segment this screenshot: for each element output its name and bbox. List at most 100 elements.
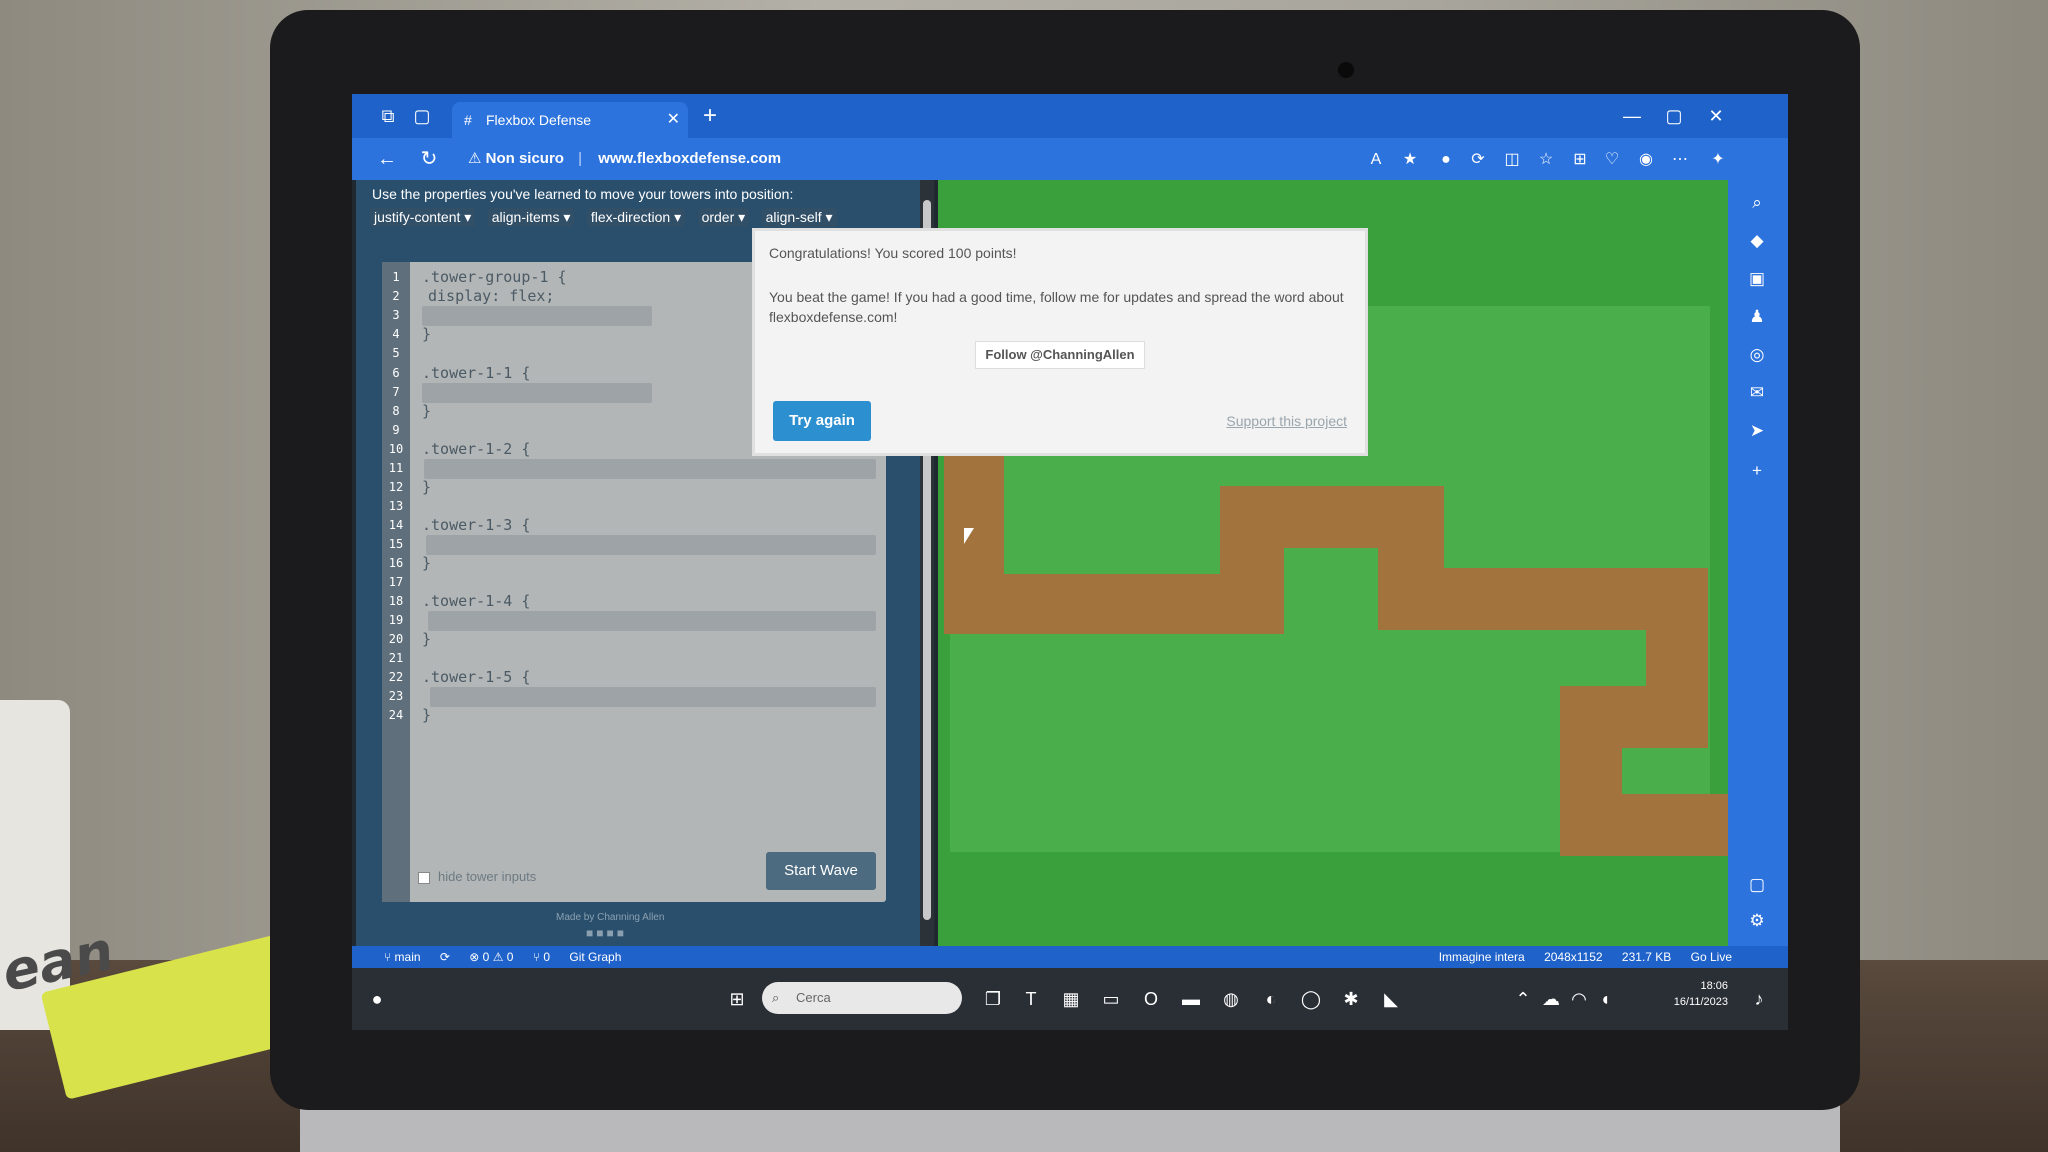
status-left: ⑂ main ⟳ ⊗ 0 ⚠ 0 ⑂ 0 Git Graph [384, 946, 637, 968]
sidebar-layout-icon[interactable]: ▢ [1742, 870, 1772, 900]
minimize-icon[interactable]: — [1612, 100, 1652, 132]
credit-text: Made by Channing Allen [556, 912, 665, 923]
image-label: Immagine intera [1438, 950, 1525, 964]
refresh-icon[interactable]: ↻ [414, 144, 444, 174]
zoom-icon[interactable]: ◍ [1216, 984, 1246, 1014]
extension-color-icon[interactable]: ● [1432, 146, 1460, 174]
whatsapp-icon[interactable]: ◯ [1296, 984, 1326, 1014]
tower-1-5-input[interactable] [430, 687, 876, 707]
github-icon[interactable]: ■ [617, 926, 627, 940]
microsoft-365-icon[interactable]: ◎ [1742, 340, 1772, 370]
error-count[interactable]: ⊗ 0 ⚠ 0 [469, 950, 513, 964]
address-bar: ← ↻ ⚠ Non sicuro | www.flexboxdefense.co… [352, 138, 1788, 180]
line-number: 7 [392, 385, 400, 399]
back-arrow-icon[interactable]: ← [372, 144, 402, 174]
split-screen-icon[interactable]: ◫ [1498, 146, 1526, 174]
line-number: 13 [388, 499, 404, 513]
tower-1-3-input[interactable] [426, 535, 876, 555]
send-icon[interactable]: ➤ [1742, 416, 1772, 446]
code-line: } [422, 554, 432, 572]
copilot-icon[interactable]: ✦ [1704, 146, 1732, 174]
browser-essentials-icon[interactable]: ♡ [1598, 146, 1626, 174]
taskbar-search[interactable]: ⌕ Cerca [762, 982, 962, 1014]
file-explorer-icon[interactable]: ▭ [1096, 984, 1126, 1014]
collections-icon[interactable]: ⊞ [1566, 146, 1594, 174]
outlook-icon[interactable]: O [1136, 984, 1166, 1014]
tower-group-input[interactable] [422, 306, 652, 326]
teams-icon[interactable]: T [1016, 984, 1046, 1014]
add-sidebar-app-icon[interactable]: + [1742, 456, 1772, 486]
security-label[interactable]: Non sicuro [486, 150, 564, 167]
start-wave-button[interactable]: Start Wave [766, 852, 876, 890]
tray-overflow-icon[interactable]: ⌃ [1508, 984, 1538, 1014]
store-icon[interactable]: ▦ [1056, 984, 1086, 1014]
twitter-icon[interactable]: ■ [596, 926, 606, 940]
favorite-star-icon[interactable]: ★ [1396, 146, 1424, 174]
profile-avatar-icon[interactable]: ◉ [1632, 146, 1660, 174]
taskbar-search-placeholder: Cerca [796, 990, 831, 1005]
line-number: 17 [388, 575, 404, 589]
code-line: .tower-1-3 { [422, 516, 531, 534]
extensions-icon[interactable]: ⟳ [1464, 146, 1492, 174]
try-again-button[interactable]: Try again [773, 401, 871, 441]
tab-title: Flexbox Defense [486, 112, 592, 128]
read-aloud-icon[interactable]: A [1362, 146, 1390, 174]
shopping-tag-icon[interactable]: ◆ [1742, 226, 1772, 256]
outlook-icon[interactable]: ✉ [1742, 378, 1772, 408]
hide-tower-inputs-label: hide tower inputs [438, 869, 537, 884]
notification-bell-icon[interactable]: ♪ [1744, 984, 1774, 1014]
url-text[interactable]: www.flexboxdefense.com [598, 150, 781, 167]
close-window-icon[interactable]: ✕ [1696, 100, 1736, 132]
weather-icon[interactable]: ● [362, 984, 392, 1014]
maximize-icon[interactable]: ▢ [1654, 100, 1694, 132]
modal-title: Congratulations! You scored 100 points! [769, 245, 1017, 261]
line-number: 11 [388, 461, 404, 475]
more-icon[interactable]: ⋯ [1666, 146, 1694, 174]
support-project-link[interactable]: Support this project [1226, 413, 1347, 429]
tower-1-1-input[interactable] [422, 383, 652, 403]
hide-tower-inputs-checkbox[interactable] [418, 872, 430, 884]
slack-icon[interactable]: ✱ [1336, 984, 1366, 1014]
tab-bar: ⧉ ▢ # Flexbox Defense ✕ + — ▢ ✕ [352, 94, 1788, 138]
tab-flexbox-defense[interactable]: # Flexbox Defense ✕ [452, 102, 688, 138]
settings-icon[interactable]: ⚙ [1742, 906, 1772, 936]
toolbox-icon[interactable]: ▣ [1742, 264, 1772, 294]
property-align-items[interactable]: align-items ▾ [487, 208, 575, 227]
code-line: } [422, 478, 432, 496]
games-icon[interactable]: ♟ [1742, 302, 1772, 332]
windows-start-icon[interactable]: ⊞ [722, 984, 752, 1014]
social-icons: ■■■■ [586, 926, 627, 940]
edge-icon[interactable]: ◐ [1256, 984, 1286, 1014]
facebook-icon[interactable]: ■ [586, 926, 596, 940]
branch-indicator[interactable]: ⑂ main ⟳ [384, 950, 450, 964]
search-icon[interactable]: ⌕ [1742, 188, 1772, 218]
task-view-icon[interactable]: ❐ [978, 984, 1008, 1014]
line-number: 20 [388, 632, 404, 646]
ports-count[interactable]: ⑂ 0 [533, 950, 550, 964]
go-live-button[interactable]: Go Live [1691, 950, 1732, 964]
instructions-text: Use the properties you've learned to mov… [372, 186, 794, 202]
property-flex-direction[interactable]: flex-direction ▾ [586, 208, 686, 227]
property-align-self[interactable]: align-self ▾ [761, 208, 837, 227]
clock[interactable]: 18:06 16/11/2023 [1674, 978, 1728, 1010]
new-tab-button[interactable]: + [696, 102, 724, 130]
tower-1-4-input[interactable] [428, 611, 876, 631]
follow-button[interactable]: Follow @ChanningAllen [975, 341, 1145, 369]
vscode-icon[interactable]: ◣ [1376, 984, 1406, 1014]
line-number: 14 [388, 518, 404, 532]
property-order[interactable]: order ▾ [697, 208, 750, 227]
git-graph-button[interactable]: Git Graph [569, 950, 621, 964]
favorites-list-icon[interactable]: ☆ [1532, 146, 1560, 174]
tab-close-icon[interactable]: ✕ [667, 102, 680, 138]
tower-1-2-input[interactable] [424, 459, 876, 479]
workspaces-icon[interactable]: ⧉ [374, 102, 402, 130]
tab-actions-icon[interactable]: ▢ [408, 102, 436, 130]
folder-icon[interactable]: ▬ [1176, 984, 1206, 1014]
property-justify-content[interactable]: justify-content ▾ [370, 208, 476, 227]
onedrive-icon[interactable]: ☁ [1536, 984, 1566, 1014]
linkedin-icon[interactable]: ■ [607, 926, 617, 940]
volume-icon[interactable]: ◖ [1590, 984, 1620, 1014]
url-field[interactable]: ⚠ Non sicuro | www.flexboxdefense.com [468, 144, 1518, 174]
game-over-modal: Congratulations! You scored 100 points! … [752, 228, 1368, 456]
code-line: .tower-1-5 { [422, 668, 531, 686]
